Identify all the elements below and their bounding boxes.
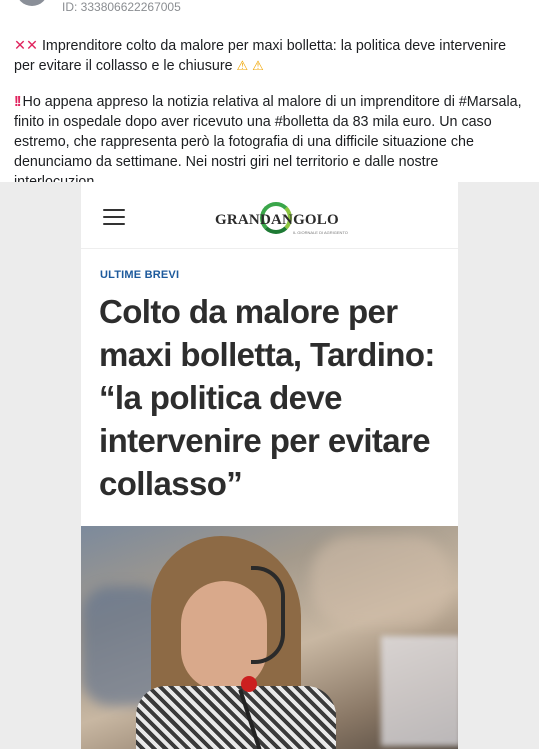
cross-mark-icon: ✕: [25, 38, 38, 54]
post-header: ID: 333806622267005: [0, 0, 539, 20]
cross-mark-icon: ✕: [14, 38, 26, 54]
menu-icon: [103, 209, 125, 225]
post-title: ✕✕ Imprenditore colto da malore per maxi…: [14, 36, 529, 76]
site-header: GRANDANGOLO IL GIORNALE DI AGRIGENTO: [81, 182, 458, 249]
microphone-icon: [241, 676, 257, 692]
post-body-line3: estremo, che rappresenta però la fotogra…: [14, 134, 474, 150]
post-body: !! Ho appena appreso la notizia relativa …: [14, 92, 529, 192]
shared-image-area[interactable]: GRANDANGOLO IL GIORNALE DI AGRIGENTO ULT…: [0, 182, 539, 749]
post-title-line2: per evitare il collasso e le chiusure: [14, 58, 233, 74]
article-headline: Colto da malore per maxi bolletta, Tardi…: [99, 293, 435, 502]
site-logo: GRANDANGOLO IL GIORNALE DI AGRIGENTO: [215, 202, 348, 238]
logo-text: GRANDANGOLO: [215, 212, 339, 228]
article-photo: [81, 526, 458, 749]
post-body-line1: Ho appena appreso la notizia relativa al…: [22, 94, 522, 110]
logo-subtitle: IL GIORNALE DI AGRIGENTO: [293, 230, 348, 235]
warning-icon: ⚠: [252, 58, 264, 73]
warning-icon: ⚠: [236, 58, 249, 73]
post-body-line2: finito in ospedale dopo aver ricevuto un…: [14, 114, 492, 130]
headset-icon: [251, 566, 285, 664]
post-title-line1: Imprenditore colto da malore per maxi bo…: [41, 38, 507, 54]
article-category: ULTIME BREVI: [100, 269, 180, 281]
shared-article-screenshot[interactable]: GRANDANGOLO IL GIORNALE DI AGRIGENTO ULT…: [81, 182, 458, 749]
double-exclamation-icon: !!: [14, 94, 21, 110]
post-id: ID: 333806622267005: [62, 0, 181, 14]
avatar[interactable]: [16, 0, 48, 6]
post-text: ✕✕ Imprenditore colto da malore per maxi…: [14, 36, 529, 192]
